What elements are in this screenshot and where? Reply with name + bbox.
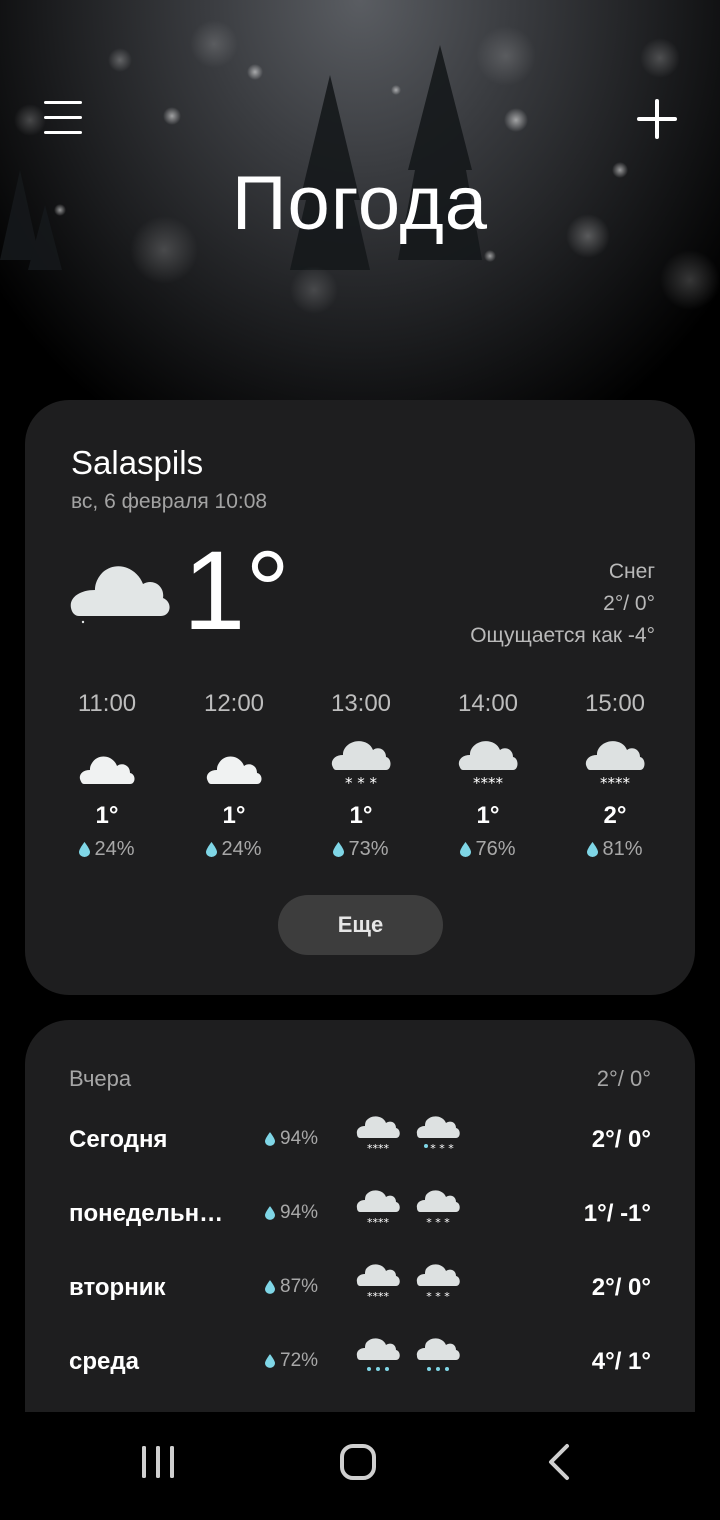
svg-text:****: **** <box>367 1290 390 1302</box>
sleet-icon: * * * <box>416 1116 460 1154</box>
hamburger-icon <box>44 101 82 134</box>
back-icon[interactable] <box>545 1442 575 1482</box>
hourly-item: 12:00 1° 24% <box>174 690 294 861</box>
day-precip: 72% <box>280 1350 319 1371</box>
hour-temp: 1° <box>222 802 246 829</box>
cloud-icon <box>79 756 135 784</box>
hour-time: 14:00 <box>457 690 519 717</box>
heavy-snow-icon: **** <box>356 1190 400 1228</box>
svg-text:****: **** <box>367 1216 390 1228</box>
hour-temp: 1° <box>476 802 500 829</box>
daily-row[interactable]: вторник 87% **** * * * 2°/ 0° <box>25 1260 695 1320</box>
heavy-snow-icon: **** <box>356 1116 400 1154</box>
svg-text:****: **** <box>367 1142 390 1154</box>
svg-text:* * *: * * * <box>426 1290 450 1302</box>
hour-time: 11:00 <box>77 690 137 717</box>
svg-text:* * *: * * * <box>345 774 378 790</box>
current-weather-card[interactable]: Salaspils вс, 6 февраля 10:08 1° Снег 2°… <box>25 400 695 995</box>
day-precip: 87% <box>280 1276 319 1297</box>
city-name: Salaspils <box>71 444 204 481</box>
day-precip: 94% <box>280 1202 319 1223</box>
hour-precip: 73% <box>348 838 389 860</box>
hour-precip: 24% <box>94 838 135 860</box>
drop-icon <box>333 842 345 857</box>
drop-icon <box>79 842 91 857</box>
daily-forecast-card[interactable]: Вчера 2°/ 0° Сегодня 94% **** * * * 2°/ … <box>25 1020 695 1440</box>
cloud-icon <box>70 566 170 624</box>
svg-text:* * *: * * * <box>430 1142 454 1154</box>
hourly-item: 11:00 1° 24% <box>47 690 167 861</box>
menu-button[interactable] <box>40 96 86 138</box>
heavy-snow-icon: **** <box>585 741 645 790</box>
drop-icon <box>265 1354 275 1368</box>
cloud-icon <box>206 756 262 784</box>
hour-temp: 1° <box>95 802 119 829</box>
hour-time: 15:00 <box>584 690 646 717</box>
yesterday-temp: 2°/ 0° <box>596 1066 651 1091</box>
condition-block: Снег 2°/ 0° Ощущается как -4° <box>470 556 655 652</box>
hour-precip: 76% <box>475 838 516 860</box>
updated-datetime: вс, 6 февраля 10:08 <box>71 490 268 513</box>
heavy-snow-icon: **** <box>458 741 518 790</box>
day-precip: 94% <box>280 1128 319 1149</box>
hour-temp: 2° <box>603 802 627 829</box>
page-title: Погода <box>231 161 489 246</box>
daily-row[interactable]: понедельн… 94% **** * * * 1°/ -1° <box>25 1186 695 1246</box>
yesterday-label: Вчера <box>69 1066 132 1091</box>
day-temp: 4°/ 1° <box>591 1348 651 1375</box>
hourly-item: 13:00 * * * 1° 73% <box>301 690 421 861</box>
hourly-item: 15:00 **** 2° 81% <box>555 690 675 861</box>
home-icon[interactable] <box>338 1442 380 1484</box>
drop-icon <box>265 1132 275 1146</box>
day-name: понедельн… <box>69 1200 224 1227</box>
rain-icon <box>416 1338 460 1371</box>
svg-text:****: **** <box>600 774 631 790</box>
high-low-temp: 2°/ 0° <box>603 592 655 615</box>
drop-icon <box>460 842 472 857</box>
more-button[interactable]: Еще <box>278 895 443 955</box>
drop-icon <box>206 842 218 857</box>
current-temperature: 1° <box>183 528 291 653</box>
condition-text: Снег <box>608 560 655 583</box>
hour-precip: 24% <box>221 838 262 860</box>
day-temp: 2°/ 0° <box>591 1126 651 1153</box>
day-temp: 1°/ -1° <box>583 1200 651 1227</box>
day-name: вторник <box>69 1274 166 1301</box>
add-location-button[interactable] <box>632 94 682 144</box>
hour-precip: 81% <box>602 838 643 860</box>
snow-icon: * * * <box>416 1264 460 1302</box>
heavy-snow-icon: **** <box>356 1264 400 1302</box>
svg-text:* * *: * * * <box>426 1216 450 1228</box>
hour-time: 12:00 <box>203 690 265 717</box>
hour-temp: 1° <box>349 802 373 829</box>
drop-icon <box>265 1280 275 1294</box>
hour-time: 13:00 <box>330 690 392 717</box>
day-name: среда <box>69 1348 139 1375</box>
day-temp: 2°/ 0° <box>591 1274 651 1301</box>
system-nav-bar <box>0 1412 720 1520</box>
daily-row[interactable]: среда 72% 4°/ 1° <box>25 1334 695 1394</box>
rain-icon <box>356 1338 400 1371</box>
day-name: Сегодня <box>69 1126 168 1153</box>
drop-icon <box>587 842 599 857</box>
daily-row[interactable]: Сегодня 94% **** * * * 2°/ 0° <box>25 1112 695 1172</box>
snow-icon: * * * <box>331 741 391 790</box>
plus-icon <box>637 99 677 139</box>
hourly-item: 14:00 **** 1° 76% <box>428 690 548 861</box>
svg-text:****: **** <box>473 774 504 790</box>
feels-like: Ощущается как -4° <box>470 624 655 647</box>
drop-icon <box>265 1206 275 1220</box>
recent-apps-icon[interactable] <box>138 1442 178 1482</box>
snow-icon: * * * <box>416 1190 460 1228</box>
